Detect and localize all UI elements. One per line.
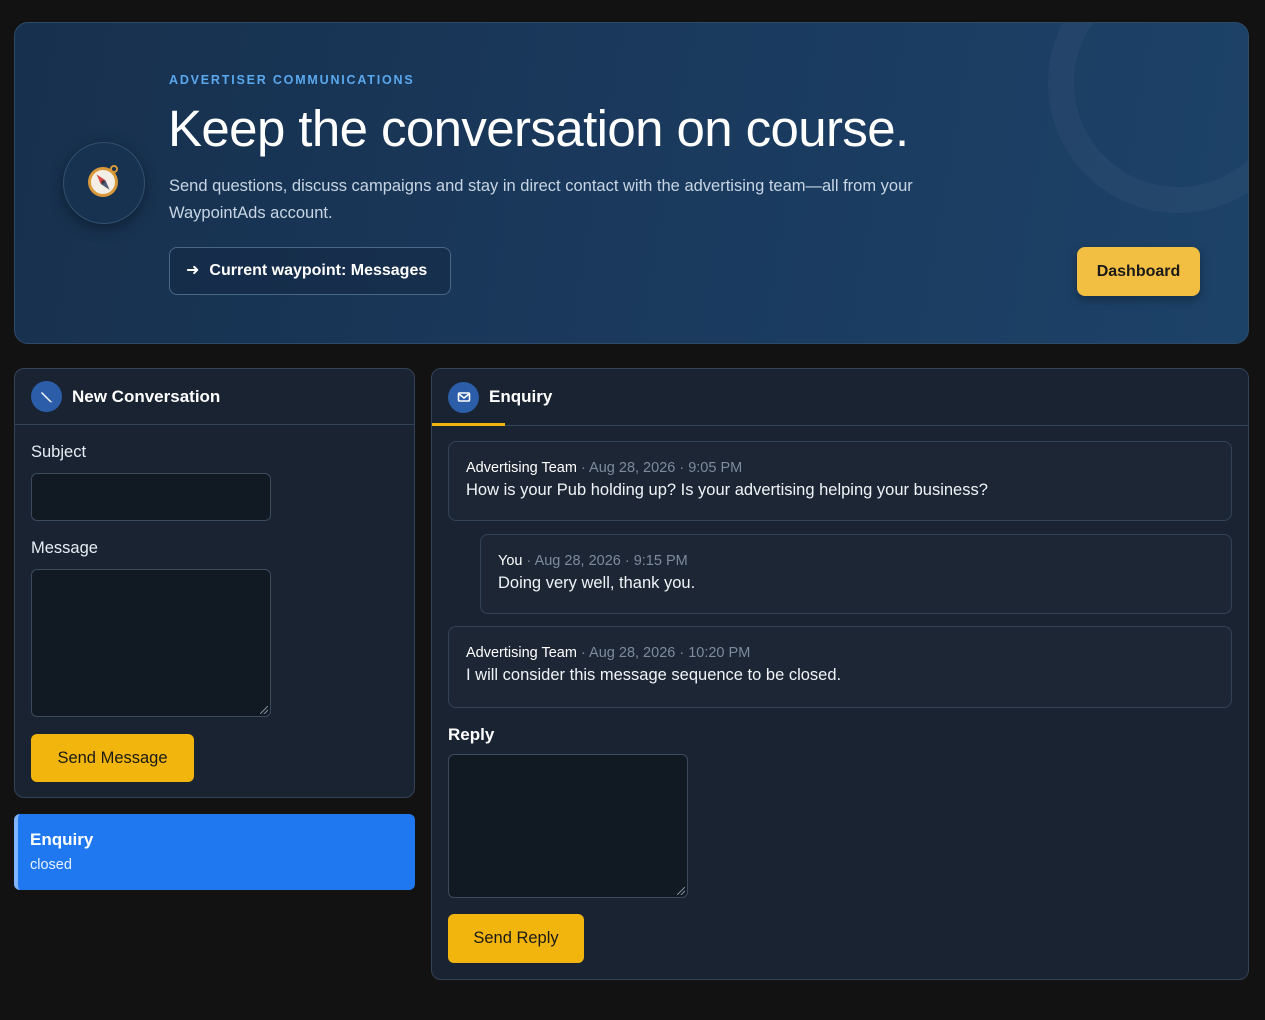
resize-grip-icon[interactable] (677, 887, 685, 895)
message-author: You (498, 553, 523, 569)
thread-panel: Enquiry Advertising Team · Aug 28, 2026 … (431, 368, 1249, 980)
message-bubble-own: You · Aug 28, 2026 · 9:15 PM Doing very … (480, 534, 1232, 614)
message-textarea[interactable] (31, 569, 271, 717)
envelope-icon (448, 381, 479, 413)
message-timestamp: Aug 28, 2026 · 10:20 PM (589, 645, 751, 661)
message-author: Advertising Team (466, 645, 577, 661)
message-author: Advertising Team (466, 460, 577, 476)
dashboard-button[interactable]: Dashboard (1077, 247, 1200, 296)
hero-emblem (63, 142, 145, 224)
message-bubble: Advertising Team · Aug 28, 2026 · 9:05 P… (448, 441, 1232, 521)
new-conversation-title: New Conversation (72, 386, 221, 406)
conversation-title: Enquiry (30, 830, 94, 849)
hero-description: Send questions, discuss campaigns and st… (169, 177, 913, 222)
reply-label: Reply (448, 725, 495, 744)
message-meta: Advertising Team · Aug 28, 2026 · 10:20 … (466, 645, 751, 661)
message-body: How is your Pub holding up? Is your adve… (466, 481, 988, 499)
message-bubble: Advertising Team · Aug 28, 2026 · 10:20 … (448, 626, 1232, 708)
thread-title: Enquiry (489, 387, 553, 406)
active-tab-indicator (432, 423, 505, 426)
current-waypoint-link[interactable]: ➜ Current waypoint: Messages (169, 247, 451, 295)
subject-input[interactable] (31, 473, 271, 521)
message-meta: You · Aug 28, 2026 · 9:15 PM (498, 553, 688, 569)
conversation-status: closed (30, 857, 72, 873)
message-meta: Advertising Team · Aug 28, 2026 · 9:05 P… (466, 460, 743, 476)
send-reply-button[interactable]: Send Reply (448, 914, 584, 963)
conversation-list-item[interactable]: Enquiry closed (14, 814, 415, 890)
page-title: Keep the conversation on course. (168, 100, 909, 157)
resize-grip-icon[interactable] (260, 706, 268, 714)
send-message-button[interactable]: Send Message (31, 734, 194, 782)
message-body: Doing very well, thank you. (498, 574, 696, 592)
compass-icon (84, 161, 124, 206)
message-timestamp: Aug 28, 2026 · 9:15 PM (534, 553, 688, 569)
new-conversation-panel: New Conversation Subject Message Send Me… (14, 368, 415, 798)
pencil-icon (31, 381, 62, 412)
new-conversation-header: New Conversation (15, 369, 414, 425)
message-body: I will consider this message sequence to… (466, 666, 842, 684)
thread-header: Enquiry (432, 369, 1248, 426)
current-waypoint-label: Current waypoint: Messages (209, 262, 428, 279)
hero-eyebrow: ADVERTISER COMMUNICATIONS (169, 73, 415, 87)
subject-label: Subject (31, 443, 87, 461)
hero-decoration (1048, 23, 1248, 213)
hero-banner: ADVERTISER COMMUNICATIONS Keep the conve… (14, 22, 1249, 344)
arrow-right-icon: ➜ (186, 262, 200, 279)
message-label: Message (31, 539, 98, 557)
message-timestamp: Aug 28, 2026 · 9:05 PM (589, 460, 743, 476)
reply-textarea[interactable] (448, 754, 688, 898)
